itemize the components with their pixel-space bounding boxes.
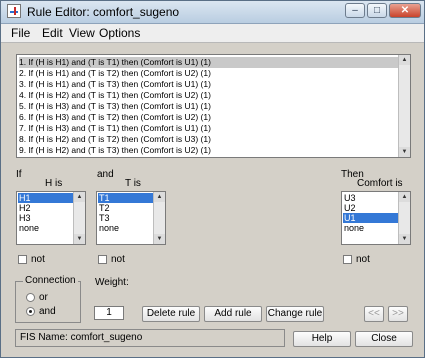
- scroll-up-icon[interactable]: ▲: [154, 192, 165, 202]
- weight-input[interactable]: 1: [94, 306, 124, 320]
- connection-label: Connection: [23, 275, 78, 286]
- delete-rule-button[interactable]: Delete rule: [142, 306, 200, 322]
- list-item[interactable]: T3: [98, 213, 153, 223]
- scroll-up-icon[interactable]: ▲: [74, 192, 85, 202]
- minimize-icon[interactable]: –: [345, 3, 365, 18]
- then-scrollbar[interactable]: ▲ ▼: [398, 192, 410, 244]
- menu-edit[interactable]: Edit: [42, 26, 63, 40]
- rule-item[interactable]: 7. If (H is H3) and (T is T1) then (Comf…: [19, 123, 211, 134]
- rule-item[interactable]: 9. If (H is H2) and (T is T3) then (Comf…: [19, 145, 211, 156]
- and-listbox[interactable]: T1 T2 T3 none ▲ ▼: [96, 191, 166, 245]
- radio-and-label: and: [39, 306, 56, 317]
- next-rule-button[interactable]: >>: [388, 306, 408, 322]
- rules-scrollbar[interactable]: ▲ ▼: [398, 55, 410, 157]
- status-bar: FIS Name: comfort_sugeno: [15, 329, 285, 347]
- and-var-label: T is: [125, 178, 141, 189]
- if-not-label: not: [31, 254, 45, 265]
- matlab-app-icon: [7, 4, 21, 18]
- weight-label: Weight:: [95, 277, 129, 288]
- if-not-checkbox[interactable]: [18, 255, 27, 264]
- and-not-label: not: [111, 254, 125, 265]
- window-title: Rule Editor: comfort_sugeno: [27, 5, 180, 19]
- if-var-label: H is: [45, 178, 63, 189]
- list-item[interactable]: H2: [18, 203, 73, 213]
- rule-item[interactable]: 5. If (H is H3) and (T is T3) then (Comf…: [19, 101, 211, 112]
- menu-bar: File Edit View Options: [1, 24, 424, 43]
- list-item[interactable]: none: [18, 223, 73, 233]
- and-scrollbar[interactable]: ▲ ▼: [153, 192, 165, 244]
- radio-or-label: or: [39, 292, 48, 303]
- rule-item[interactable]: 4. If (H is H2) and (T is T1) then (Comf…: [19, 90, 211, 101]
- menu-view[interactable]: View: [69, 26, 95, 40]
- and-not-checkbox[interactable]: [98, 255, 107, 264]
- scroll-up-icon[interactable]: ▲: [399, 55, 410, 65]
- if-scrollbar[interactable]: ▲ ▼: [73, 192, 85, 244]
- title-bar[interactable]: Rule Editor: comfort_sugeno – □ ✕: [1, 1, 424, 24]
- then-not-label: not: [356, 254, 370, 265]
- if-label: If: [16, 169, 22, 180]
- list-item[interactable]: H1: [18, 193, 73, 203]
- rule-item[interactable]: 1. If (H is H1) and (T is T1) then (Comf…: [19, 57, 399, 68]
- then-listbox[interactable]: U3 U2 U1 none ▲ ▼: [341, 191, 411, 245]
- then-not-checkbox[interactable]: [343, 255, 352, 264]
- help-button[interactable]: Help: [293, 331, 351, 347]
- list-item[interactable]: U2: [343, 203, 398, 213]
- scroll-down-icon[interactable]: ▼: [399, 234, 410, 244]
- rule-editor-window: Rule Editor: comfort_sugeno – □ ✕ File E…: [0, 0, 425, 358]
- list-item[interactable]: H3: [18, 213, 73, 223]
- radio-and[interactable]: [26, 307, 35, 316]
- close-window-icon[interactable]: ✕: [389, 3, 421, 18]
- list-item[interactable]: U1: [343, 213, 398, 223]
- menu-file[interactable]: File: [11, 26, 30, 40]
- rule-item[interactable]: 6. If (H is H3) and (T is T2) then (Comf…: [19, 112, 211, 123]
- list-item[interactable]: U3: [343, 193, 398, 203]
- rules-list[interactable]: 1. If (H is H1) and (T is T1) then (Comf…: [16, 54, 411, 158]
- list-item[interactable]: T1: [98, 193, 153, 203]
- rule-item[interactable]: 2. If (H is H1) and (T is T2) then (Comf…: [19, 68, 211, 79]
- rule-item[interactable]: 8. If (H is H2) and (T is T2) then (Comf…: [19, 134, 211, 145]
- scroll-down-icon[interactable]: ▼: [74, 234, 85, 244]
- radio-or[interactable]: [26, 293, 35, 302]
- prev-rule-button[interactable]: <<: [364, 306, 384, 322]
- close-button[interactable]: Close: [355, 331, 413, 347]
- if-listbox[interactable]: H1 H2 H3 none ▲ ▼: [16, 191, 86, 245]
- change-rule-button[interactable]: Change rule: [266, 306, 324, 322]
- rule-item[interactable]: 3. If (H is H1) and (T is T3) then (Comf…: [19, 79, 211, 90]
- list-item[interactable]: none: [343, 223, 398, 233]
- list-item[interactable]: none: [98, 223, 153, 233]
- scroll-up-icon[interactable]: ▲: [399, 192, 410, 202]
- and-label: and: [97, 169, 114, 180]
- menu-options[interactable]: Options: [99, 26, 140, 40]
- scroll-down-icon[interactable]: ▼: [154, 234, 165, 244]
- add-rule-button[interactable]: Add rule: [204, 306, 262, 322]
- scroll-down-icon[interactable]: ▼: [399, 147, 410, 157]
- list-item[interactable]: T2: [98, 203, 153, 213]
- then-var-label: Comfort is: [357, 178, 403, 189]
- maximize-icon[interactable]: □: [367, 3, 387, 18]
